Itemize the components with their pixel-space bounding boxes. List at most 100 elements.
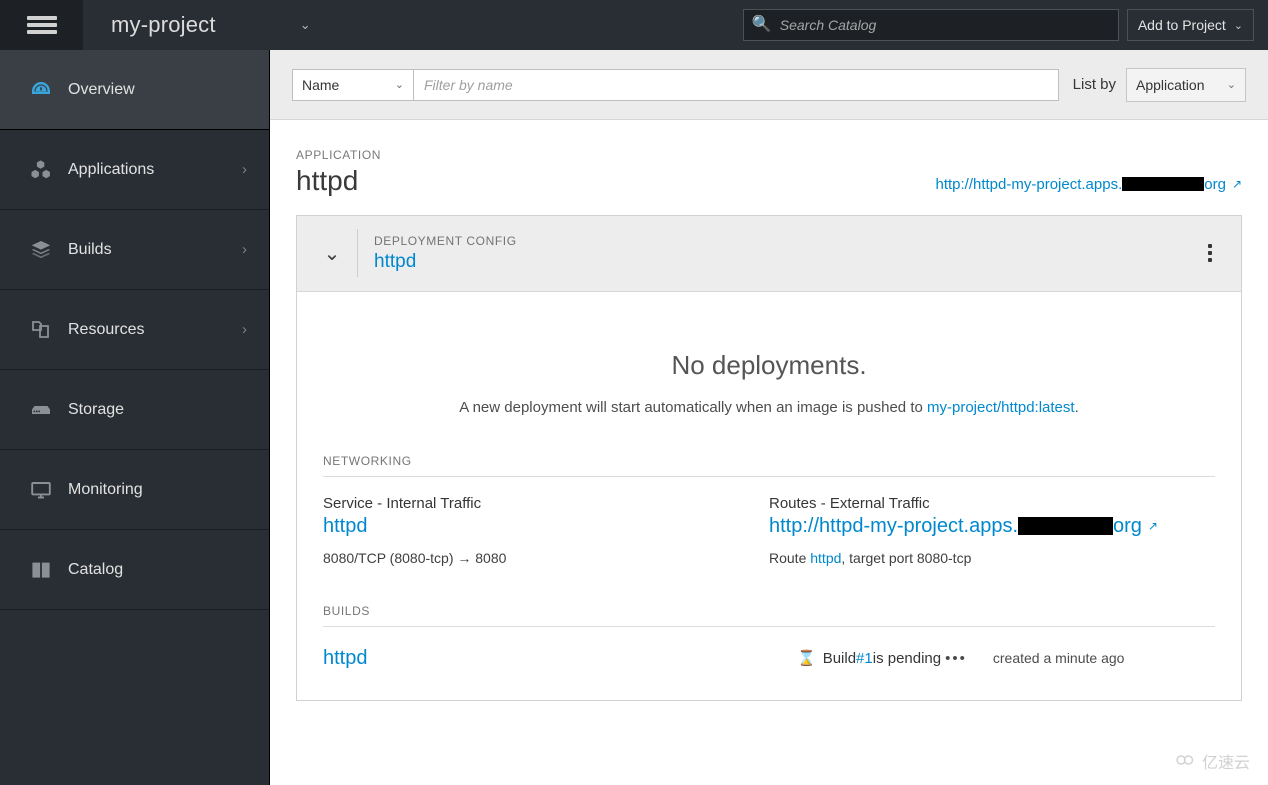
application-kicker: APPLICATION (296, 148, 382, 162)
external-link-icon: ↗ (1147, 519, 1158, 534)
build-created-time: created a minute ago (992, 650, 1125, 667)
sidebar-item-label: Applications (68, 160, 155, 178)
dashboard-gauge-icon (24, 75, 58, 105)
sidebar-item-label: Monitoring (68, 480, 143, 498)
hamburger-icon-bar (26, 16, 57, 20)
sidebar-item-label: Resources (68, 320, 145, 338)
list-by-select[interactable]: Application ⌄ (1126, 67, 1246, 102)
chevron-down-icon: ⌄ (323, 242, 341, 265)
builds-kicker: BUILDS (323, 604, 1215, 627)
sidebar-item-label: Catalog (68, 560, 124, 578)
list-by-value: Application (1136, 76, 1205, 93)
no-deployments-text-before: A new deployment will start automaticall… (459, 398, 927, 416)
deployment-config-body: No deployments. A new deployment will st… (297, 292, 1241, 700)
deployment-config-header: ⌄ DEPLOYMENT CONFIG httpd (297, 215, 1241, 292)
deployment-config-kicker: DEPLOYMENT CONFIG (374, 233, 517, 248)
collapse-toggle-button[interactable]: ⌄ (315, 241, 349, 266)
sidebar-item-storage[interactable]: Storage (0, 370, 269, 450)
build-status-after: is pending (872, 649, 942, 667)
cubes-icon (24, 155, 58, 185)
kebab-dot (1208, 251, 1212, 256)
project-selector[interactable]: my-project ⌄ (83, 0, 329, 50)
no-deployments-subtitle: A new deployment will start automaticall… (323, 399, 1215, 416)
routes-column: Routes - External Traffic http://httpd-m… (769, 495, 1215, 566)
route-url-link[interactable]: http://httpd-my-project.apps. org ↗ (769, 515, 1158, 538)
application-header: APPLICATION httpd http://httpd-my-projec… (270, 120, 1268, 197)
sidebar-item-catalog[interactable]: Catalog (0, 530, 269, 610)
filter-by-name-input[interactable] (414, 68, 1059, 101)
sidebar-item-label: Overview (68, 80, 135, 98)
watermark-text: 亿速云 (1201, 755, 1250, 772)
monitor-icon (24, 475, 58, 505)
sidebar-item-label: Builds (68, 240, 112, 258)
redaction-bar (1122, 177, 1205, 192)
deployment-config-card: ⌄ DEPLOYMENT CONFIG httpd No deployments… (296, 214, 1242, 701)
book-icon (24, 555, 58, 585)
no-deployments-text-after: . (1074, 398, 1079, 416)
loading-dots: ••• (945, 649, 967, 667)
hourglass-icon: ⌛ (797, 650, 816, 668)
route-name-link[interactable]: httpd (810, 550, 841, 566)
build-status: ⌛ Build #1 is pending ••• (797, 649, 967, 668)
build-row: httpd ⌛ Build #1 is pending ••• created … (323, 647, 1215, 670)
kebab-menu-icon[interactable] (1201, 244, 1219, 263)
layers-icon (24, 235, 58, 265)
application-title-row: httpd http://httpd-my-project.apps. org ↗ (296, 165, 1242, 197)
build-status-before: Build (822, 649, 857, 667)
application-route-link[interactable]: http://httpd-my-project.apps. org ↗ (935, 176, 1242, 197)
route-detail: Route httpd, target port 8080-tcp (769, 550, 1195, 566)
filter-type-select[interactable]: Name ⌄ (292, 68, 414, 101)
networking-kicker: NETWORKING (323, 454, 1215, 477)
service-link[interactable]: httpd (323, 515, 367, 538)
documents-icon (24, 315, 58, 345)
project-name-label: my-project (111, 12, 216, 37)
kebab-dot (1208, 244, 1212, 249)
hamburger-icon-bar (26, 23, 57, 27)
page-title: httpd (296, 165, 359, 196)
chevron-right-icon: › (242, 241, 247, 258)
service-ports: 8080/TCP (8080-tcp) → 8080 (323, 549, 507, 566)
kebab-dot (1208, 258, 1212, 263)
topbar-actions: 🔍 Add to Project ⌄ (742, 9, 1268, 41)
list-by-label: List by (1072, 76, 1116, 93)
chevron-right-icon: › (242, 161, 247, 178)
sidebar-item-monitoring[interactable]: Monitoring (0, 450, 269, 530)
add-to-project-label: Add to Project (1137, 17, 1226, 33)
hamburger-icon-bar (26, 30, 57, 34)
builds-section: BUILDS httpd ⌛ Build #1 is pending ••• c… (323, 604, 1215, 670)
overview-main-content: APPLICATION httpd http://httpd-my-projec… (270, 120, 1268, 785)
sidebar-item-overview[interactable]: Overview (0, 50, 269, 130)
sidebar-item-applications[interactable]: Applications › (0, 130, 269, 210)
filter-type-value: Name (302, 76, 340, 93)
chevron-down-icon: ⌄ (394, 79, 404, 91)
sidebar-item-builds[interactable]: Builds › (0, 210, 269, 290)
deployment-config-titles: DEPLOYMENT CONFIG httpd (374, 234, 517, 273)
deployment-config-link[interactable]: httpd (374, 251, 517, 273)
route-detail-after: , target port 8080-tcp (841, 549, 972, 566)
image-stream-link[interactable]: my-project/httpd:latest (927, 399, 1075, 416)
filter-toolbar: Name ⌄ List by Application ⌄ (270, 50, 1268, 120)
sidebar-item-resources[interactable]: Resources › (0, 290, 269, 370)
build-config-link[interactable]: httpd (323, 647, 797, 670)
top-navigation-bar: my-project ⌄ 🔍 Add to Project ⌄ (0, 0, 1268, 50)
networking-grid: Service - Internal Traffic httpd 8080/TC… (323, 495, 1215, 566)
application-route-url-suffix: org (1204, 175, 1226, 193)
no-deployments-title: No deployments. (671, 349, 867, 380)
application-route-url-prefix: http://httpd-my-project.apps. (935, 175, 1123, 193)
storage-icon (24, 395, 58, 425)
header-divider (357, 229, 358, 278)
networking-section: NETWORKING Service - Internal Traffic ht… (323, 454, 1215, 566)
list-by-group: List by Application ⌄ (1072, 67, 1246, 102)
chevron-down-icon: ⌄ (1233, 19, 1243, 32)
build-number-link[interactable]: #1 (856, 650, 873, 667)
search-catalog-input[interactable] (777, 16, 1110, 34)
hamburger-menu-button[interactable] (0, 0, 83, 50)
add-to-project-button[interactable]: Add to Project ⌄ (1126, 9, 1254, 41)
route-url-suffix: org (1113, 514, 1142, 537)
search-catalog-box[interactable]: 🔍 (742, 9, 1119, 41)
chevron-right-icon: › (242, 321, 247, 338)
service-column: Service - Internal Traffic httpd 8080/TC… (323, 495, 769, 566)
route-url-prefix: http://httpd-my-project.apps. (769, 514, 1019, 537)
external-link-icon: ↗ (1231, 177, 1242, 192)
site-watermark: 亿速云 (1175, 749, 1250, 773)
